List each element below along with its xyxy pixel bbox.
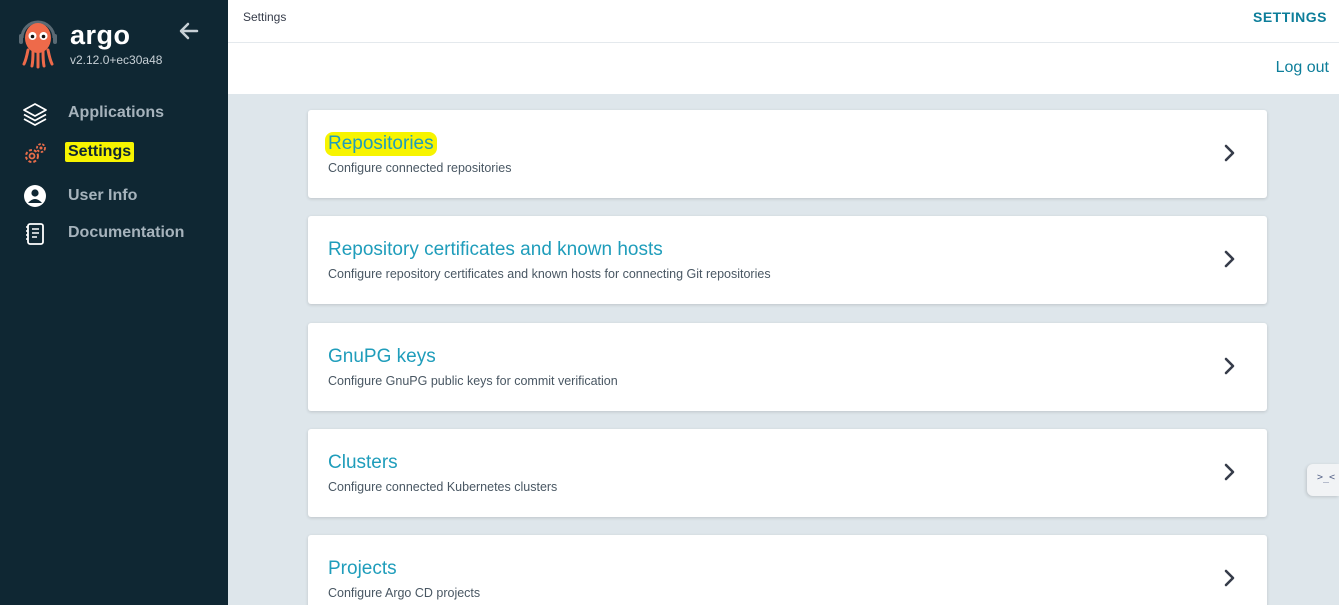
sidebar-item-applications[interactable]: Applications — [0, 96, 228, 130]
side-panel-toggle-label: >_< — [1317, 472, 1336, 483]
sidebar: argo v2.12.0+ec30a48 Applications Settin… — [0, 0, 228, 605]
version-label: v2.12.0+ec30a48 — [70, 53, 163, 67]
toolbar: Log out — [228, 43, 1339, 94]
card-description: Configure GnuPG public keys for commit v… — [328, 374, 618, 388]
page-title: SETTINGS — [1252, 9, 1327, 25]
sidebar-item-label: User Info — [68, 187, 138, 204]
gears-icon — [22, 141, 48, 167]
breadcrumb[interactable]: Settings — [243, 10, 286, 24]
chevron-right-icon — [1223, 567, 1237, 589]
settings-card-repositories[interactable]: Repositories Configure connected reposit… — [308, 110, 1267, 198]
settings-card-projects[interactable]: Projects Configure Argo CD projects — [308, 535, 1267, 605]
top-bar: Settings SETTINGS — [228, 0, 1339, 43]
chevron-right-icon — [1223, 142, 1237, 164]
sidebar-item-user-info[interactable]: User Info — [0, 179, 228, 213]
card-title: Repository certificates and known hosts — [328, 239, 663, 260]
chevron-right-icon — [1223, 248, 1237, 270]
settings-card-gnupg-keys[interactable]: GnuPG keys Configure GnuPG public keys f… — [308, 323, 1267, 411]
logout-link[interactable]: Log out — [1276, 59, 1329, 77]
card-description: Configure connected Kubernetes clusters — [328, 480, 558, 494]
card-title: Projects — [328, 558, 397, 579]
card-title: Clusters — [328, 452, 398, 473]
card-title: GnuPG keys — [328, 346, 436, 367]
card-description: Configure connected repositories — [328, 161, 512, 175]
book-icon — [22, 221, 48, 247]
chevron-right-icon — [1223, 355, 1237, 377]
settings-card-certificates[interactable]: Repository certificates and known hosts … — [308, 216, 1267, 304]
sidebar-item-documentation[interactable]: Documentation — [0, 216, 228, 250]
chevron-right-icon — [1223, 461, 1237, 483]
settings-card-clusters[interactable]: Clusters Configure connected Kubernetes … — [308, 429, 1267, 517]
argo-logo-icon — [16, 16, 60, 70]
brand-name: argo — [70, 20, 131, 50]
card-description: Configure repository certificates and kn… — [328, 267, 771, 281]
side-panel-toggle[interactable]: >_< — [1307, 464, 1339, 496]
sidebar-item-label: Documentation — [68, 224, 185, 241]
sidebar-item-label: Settings — [65, 142, 135, 162]
collapse-sidebar-arrow-icon[interactable] — [178, 20, 200, 42]
user-circle-icon — [22, 184, 48, 210]
layers-icon — [22, 101, 48, 127]
card-description: Configure Argo CD projects — [328, 586, 481, 600]
sidebar-item-label: Applications — [68, 104, 165, 121]
sidebar-item-settings[interactable]: Settings — [0, 136, 228, 170]
card-title: Repositories — [325, 132, 437, 156]
